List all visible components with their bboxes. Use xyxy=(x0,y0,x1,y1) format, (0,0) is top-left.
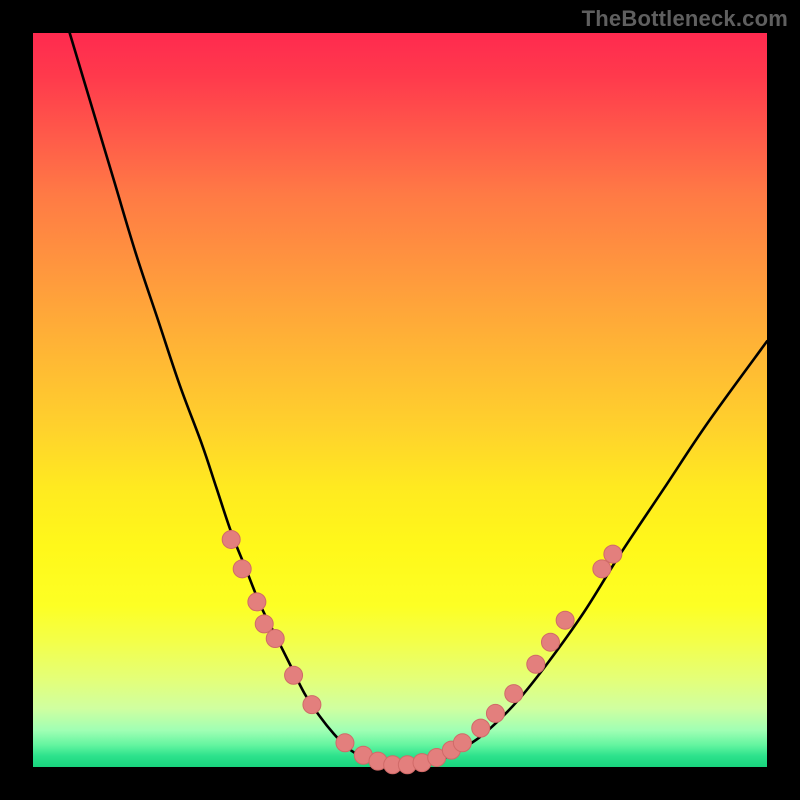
chart-plot-area xyxy=(33,33,767,767)
data-marker xyxy=(453,734,471,752)
data-marker xyxy=(255,615,273,633)
data-marker xyxy=(336,734,354,752)
data-marker xyxy=(527,655,545,673)
chart-svg xyxy=(33,33,767,767)
data-marker xyxy=(541,633,559,651)
chart-frame: TheBottleneck.com xyxy=(0,0,800,800)
data-marker xyxy=(486,704,504,722)
data-marker xyxy=(248,593,266,611)
data-marker xyxy=(505,685,523,703)
data-marker xyxy=(285,666,303,684)
data-marker xyxy=(303,696,321,714)
data-marker xyxy=(266,630,284,648)
data-marker xyxy=(593,560,611,578)
data-marker xyxy=(472,719,490,737)
bottleneck-curve xyxy=(70,33,767,766)
data-marker xyxy=(604,545,622,563)
watermark-text: TheBottleneck.com xyxy=(582,6,788,32)
data-marker xyxy=(233,560,251,578)
data-markers xyxy=(222,530,622,773)
data-marker xyxy=(222,530,240,548)
data-marker xyxy=(556,611,574,629)
